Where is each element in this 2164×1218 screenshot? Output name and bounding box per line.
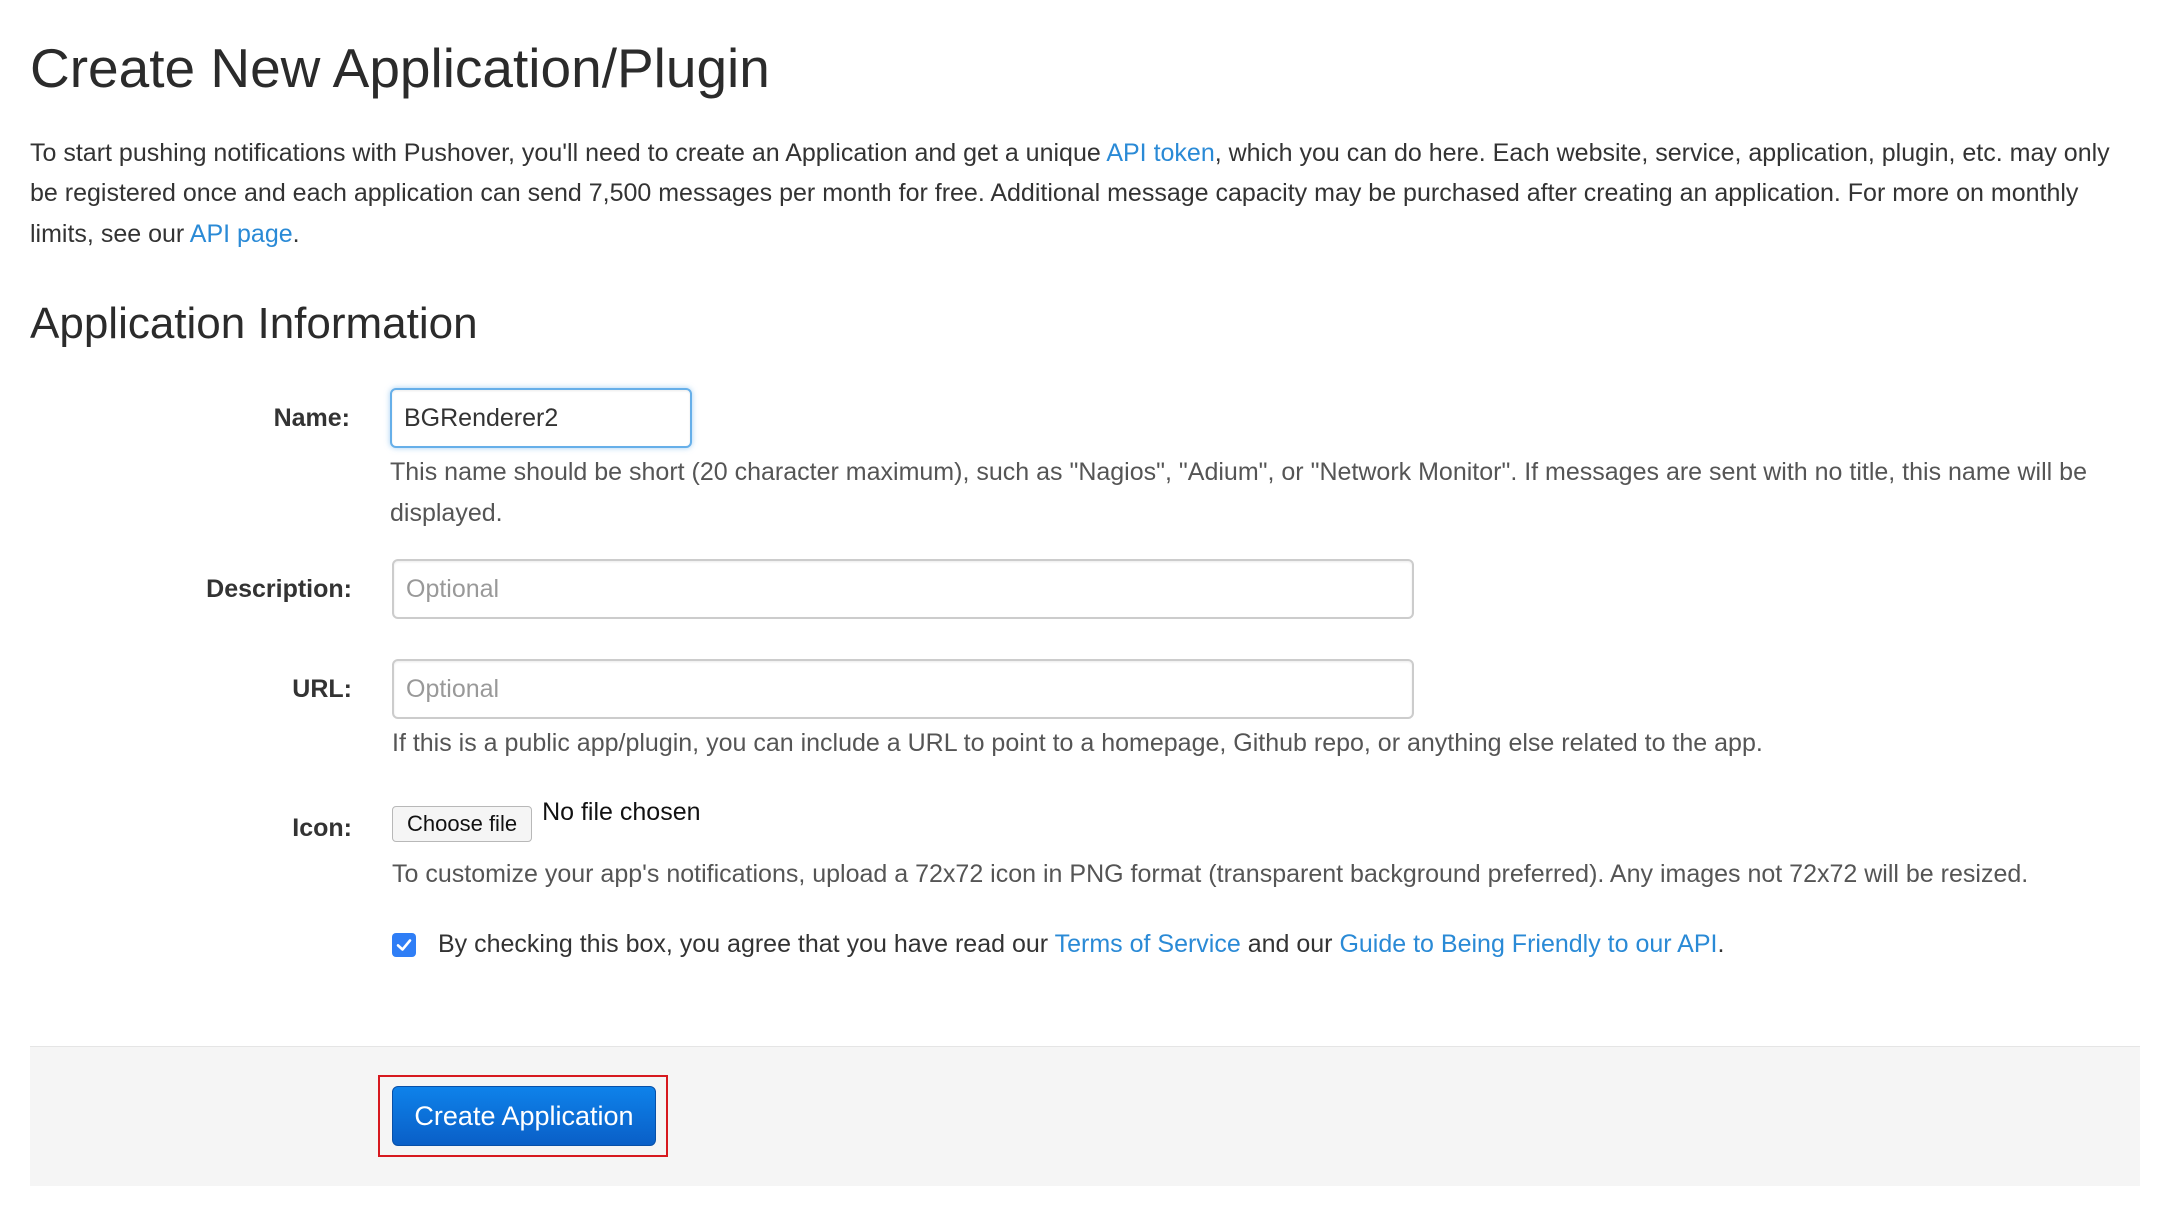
description-controls [392, 559, 2140, 620]
name-row: Name: This name should be short (20 char… [30, 388, 2140, 533]
api-guide-link[interactable]: Guide to Being Friendly to our API [1339, 930, 1717, 958]
agreement-checkbox[interactable] [392, 932, 416, 957]
intro-text-1: To start pushing notifications with Push… [30, 138, 1107, 167]
checkmark-icon [396, 939, 412, 951]
section-title: Application Information [30, 299, 478, 348]
file-status: No file chosen [542, 797, 701, 826]
icon-controls: Choose file No file chosen To customize … [392, 798, 2140, 895]
page-container: Create New Application/Plugin To start p… [30, 0, 2140, 1187]
create-application-button[interactable]: Create Application [392, 1086, 656, 1147]
intro-text-3: . [292, 219, 300, 248]
url-label: URL: [292, 675, 352, 704]
url-input[interactable] [392, 659, 1414, 720]
agreement-text-1: By checking this box, you agree that you… [438, 930, 1055, 959]
description-row: Description: [30, 559, 2140, 620]
agreement-text-3: . [1717, 930, 1725, 959]
icon-label: Icon: [292, 813, 352, 842]
application-form: Name: This name should be short (20 char… [30, 388, 2140, 1187]
agreement-text: By checking this box, you agree that you… [438, 930, 1724, 959]
page-title: Create New Application/Plugin [30, 37, 770, 99]
agreement-text-2: and our [1240, 930, 1340, 959]
icon-row: Icon: Choose file No file chosen To cust… [30, 798, 2140, 895]
name-controls: This name should be short (20 character … [390, 388, 2140, 533]
file-picker: Choose file No file chosen [392, 786, 2140, 842]
name-label: Name: [273, 404, 350, 433]
icon-help: To customize your app's notifications, u… [392, 859, 2029, 888]
form-actions: Create Application [30, 1046, 2140, 1187]
description-label: Description: [206, 575, 352, 604]
agreement-row: By checking this box, you agree that you… [392, 930, 2140, 959]
url-help: If this is a public app/plugin, you can … [392, 729, 1763, 758]
choose-file-button[interactable]: Choose file [392, 805, 533, 842]
name-help: This name should be short (20 character … [390, 458, 2087, 527]
highlight-box: Create Application [378, 1075, 668, 1158]
description-input[interactable] [392, 559, 1414, 620]
api-token-link[interactable]: API token [1106, 139, 1214, 167]
terms-of-service-link[interactable]: Terms of Service [1055, 930, 1241, 958]
url-row: URL: If this is a public app/plugin, you… [30, 659, 2140, 764]
url-controls: If this is a public app/plugin, you can … [392, 659, 2140, 764]
intro-paragraph: To start pushing notifications with Push… [30, 133, 2140, 255]
api-page-link[interactable]: API page [190, 220, 293, 248]
name-input[interactable] [390, 388, 692, 449]
